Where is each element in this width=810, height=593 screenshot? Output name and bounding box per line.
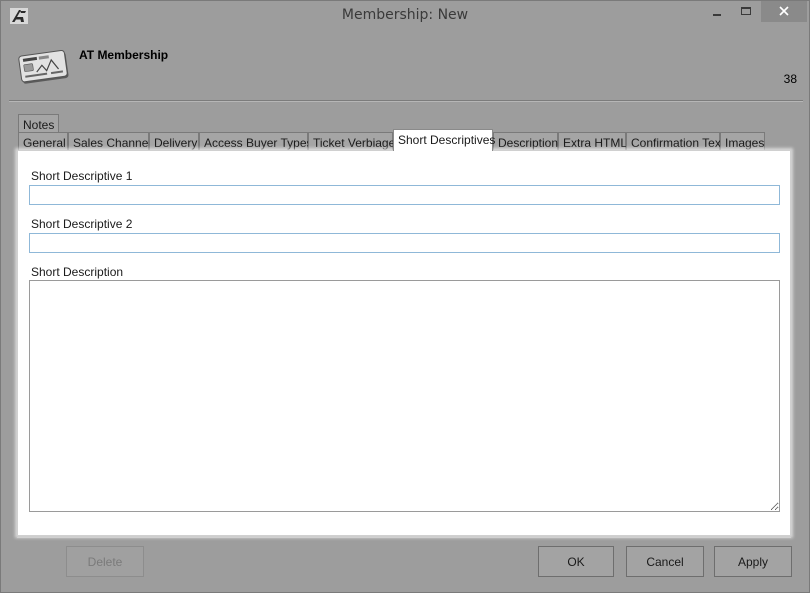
tab-label: Images: [725, 136, 765, 150]
tab-delivery[interactable]: Delivery: [149, 132, 199, 151]
maximize-button[interactable]: [732, 1, 760, 23]
page-title: AT Membership: [79, 48, 169, 62]
header-divider: [9, 100, 803, 102]
footer-divider: [17, 537, 791, 538]
short-descriptive-2-input[interactable]: [29, 233, 780, 253]
tab-description[interactable]: Description: [493, 132, 558, 151]
short-descriptive-1-label: Short Descriptive 1: [31, 169, 133, 183]
tab-label: Sales Channel: [73, 136, 152, 150]
tab-label: Ticket Verbiage: [313, 136, 396, 150]
tab-label: Notes: [23, 118, 55, 132]
membership-card-icon: [18, 47, 70, 85]
window-title: Membership: New: [341, 7, 469, 23]
tab-confirmation-text[interactable]: Confirmation Text: [626, 132, 724, 151]
short-description-label: Short Description: [31, 265, 124, 279]
short-description-textarea[interactable]: [29, 280, 780, 512]
tab-label: Delivery: [154, 136, 198, 150]
tab-label: Confirmation Text: [631, 136, 725, 150]
minimize-icon: [713, 14, 721, 16]
short-descriptive-2-label: Short Descriptive 2: [31, 217, 133, 231]
tab-notes[interactable]: Notes: [18, 114, 60, 133]
tab-short-descriptives[interactable]: Short Descriptives: [393, 129, 496, 151]
tab-general[interactable]: General: [18, 132, 68, 151]
cancel-button[interactable]: Cancel: [626, 546, 704, 577]
ok-button[interactable]: OK: [538, 546, 614, 577]
tab-label: Description: [498, 136, 559, 150]
membership-dialog: Membership: New AT Membership 38 Notes G…: [0, 0, 810, 593]
close-icon: [779, 6, 789, 16]
tab-access-buyer-types[interactable]: Access Buyer Types: [199, 132, 313, 151]
tab-label: General: [23, 136, 66, 150]
record-number: 38: [783, 72, 797, 86]
tab-extra-html[interactable]: Extra HTML: [558, 132, 628, 151]
short-descriptives-panel: Short Descriptive 1 Short Descriptive 2 …: [17, 150, 791, 536]
title-bar[interactable]: Membership: New: [1, 1, 809, 31]
tab-sales-channel[interactable]: Sales Channel: [68, 132, 152, 151]
apply-button[interactable]: Apply: [714, 546, 792, 577]
minimize-button[interactable]: [703, 1, 731, 23]
tab-label: Access Buyer Types: [204, 136, 313, 150]
close-button[interactable]: [761, 1, 807, 22]
delete-button[interactable]: Delete: [66, 546, 144, 577]
tab-images[interactable]: Images: [720, 132, 765, 151]
short-descriptive-1-input[interactable]: [29, 185, 780, 205]
tab-label: Extra HTML: [563, 136, 628, 150]
tab-ticket-verbiage[interactable]: Ticket Verbiage: [308, 132, 396, 151]
maximize-icon: [741, 7, 751, 15]
tab-label: Short Descriptives: [398, 133, 496, 147]
